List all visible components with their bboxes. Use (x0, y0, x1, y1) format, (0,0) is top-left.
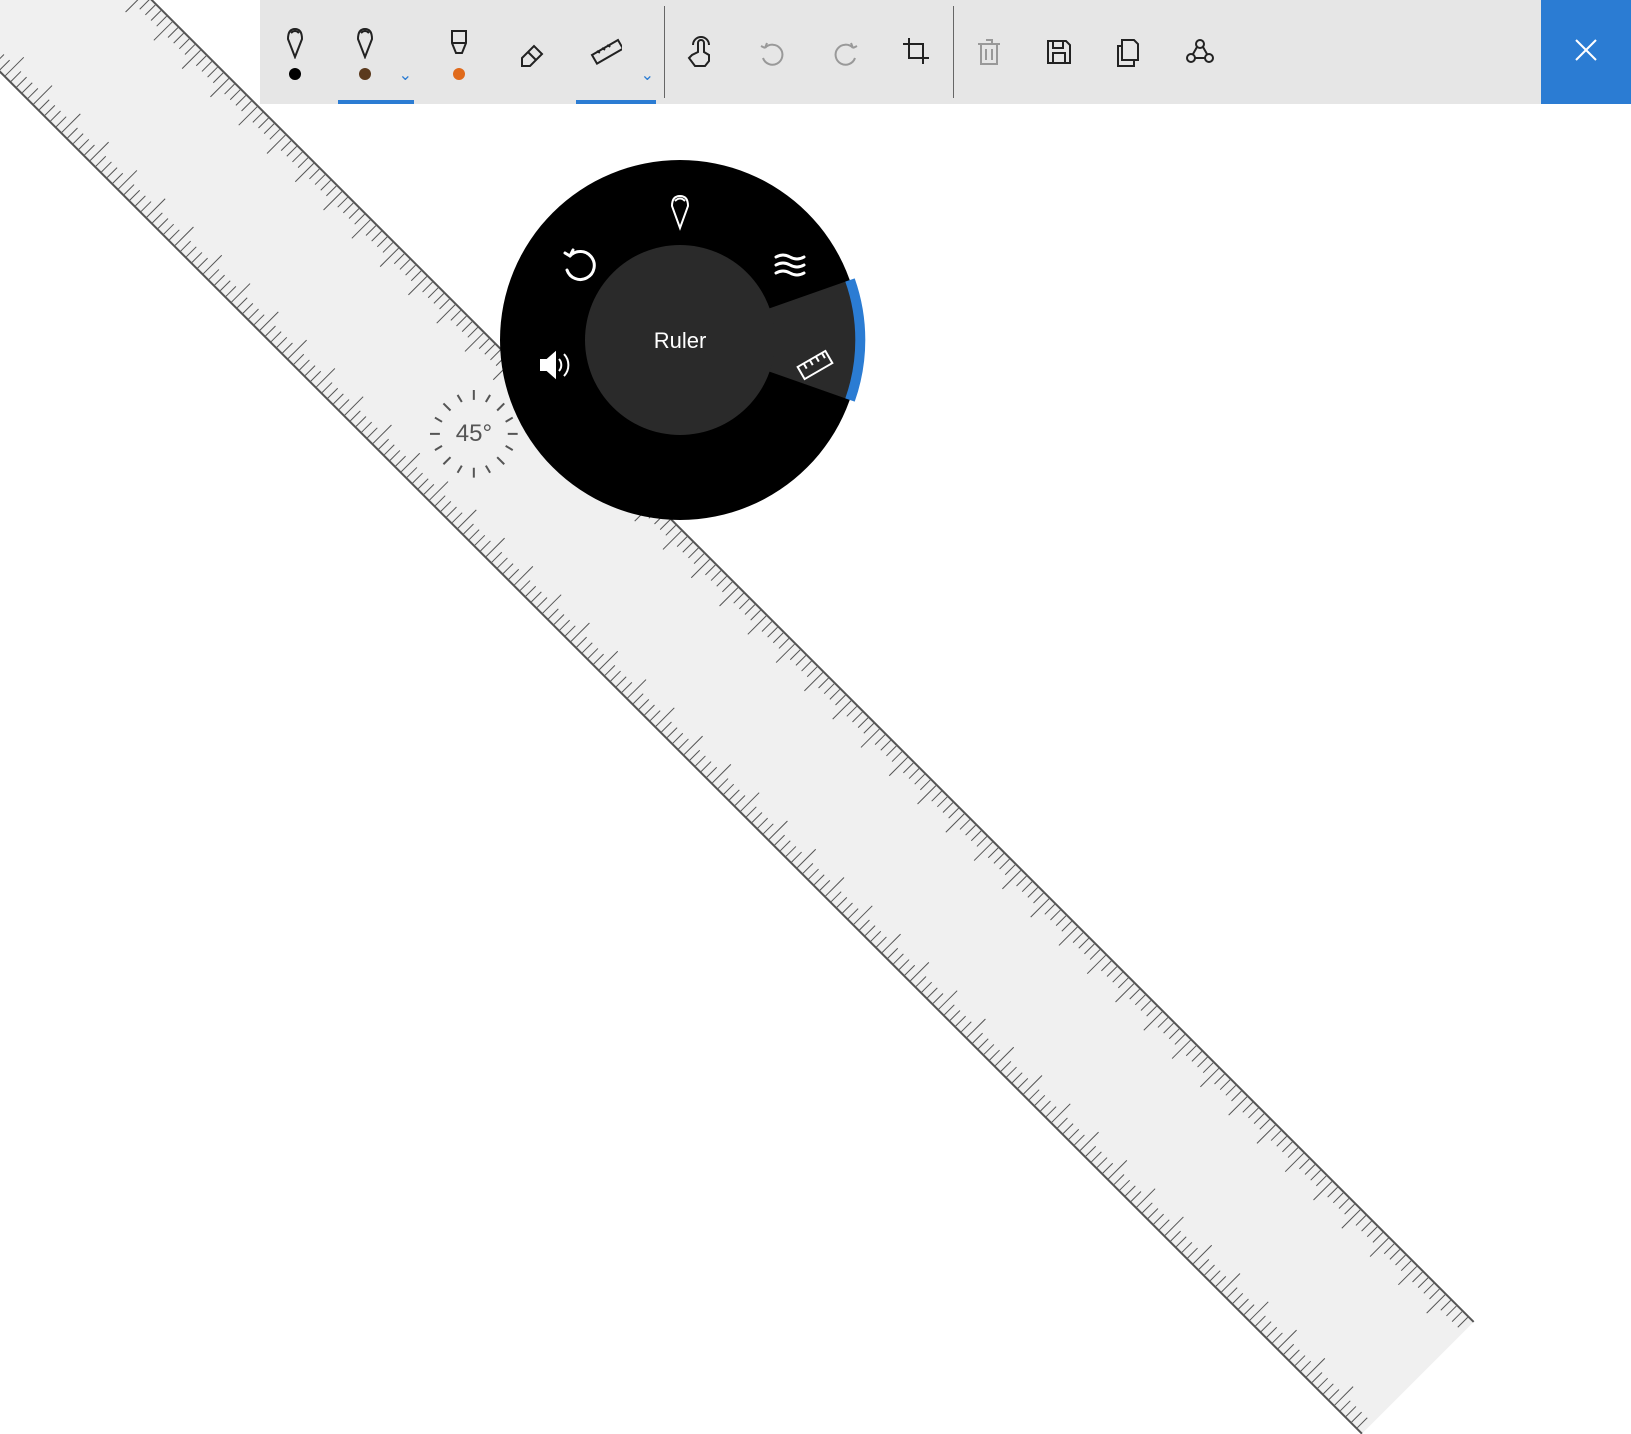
radial-menu[interactable]: Ruler (490, 150, 870, 530)
crop-button[interactable] (881, 0, 953, 104)
edit-tools-group (665, 0, 953, 104)
highlighter-icon (442, 25, 476, 59)
eraser-icon (516, 36, 548, 68)
radial-center-label: Ruler (654, 328, 707, 353)
share-button[interactable] (1164, 0, 1236, 104)
pencil-color-swatch (359, 68, 371, 80)
delete-button[interactable] (954, 0, 1024, 104)
undo-button[interactable] (737, 0, 809, 104)
highlighter-color-swatch (453, 68, 465, 80)
toolbar: ⌄ (260, 0, 1631, 104)
close-button[interactable] (1541, 0, 1631, 104)
pencil-tool[interactable]: ⌄ (330, 0, 422, 104)
eraser-tool[interactable] (496, 0, 568, 104)
copy-button[interactable] (1094, 0, 1164, 104)
share-icon (1184, 36, 1216, 68)
pen-tools-group: ⌄ (260, 0, 664, 104)
crop-icon (901, 36, 933, 68)
trash-icon (974, 36, 1004, 68)
pen-color-swatch (289, 68, 301, 80)
file-tools-group (954, 0, 1236, 104)
chevron-down-icon[interactable]: ⌄ (641, 68, 654, 84)
ballpoint-pen-tool[interactable] (260, 0, 330, 104)
ruler-icon (588, 35, 622, 69)
save-icon (1044, 37, 1074, 67)
save-button[interactable] (1024, 0, 1094, 104)
chevron-down-icon[interactable]: ⌄ (399, 68, 412, 84)
pen-icon (280, 25, 310, 59)
ruler-tool-button[interactable]: ⌄ (568, 0, 664, 104)
touch-icon (685, 36, 717, 68)
pencil-icon (350, 25, 380, 59)
ruler-angle-label: 45° (456, 420, 492, 448)
touch-writing-button[interactable] (665, 0, 737, 104)
copy-icon (1114, 36, 1144, 68)
redo-button[interactable] (809, 0, 881, 104)
undo-icon (757, 36, 789, 68)
redo-icon (829, 36, 861, 68)
highlighter-tool[interactable] (422, 0, 496, 104)
close-icon (1572, 36, 1600, 69)
